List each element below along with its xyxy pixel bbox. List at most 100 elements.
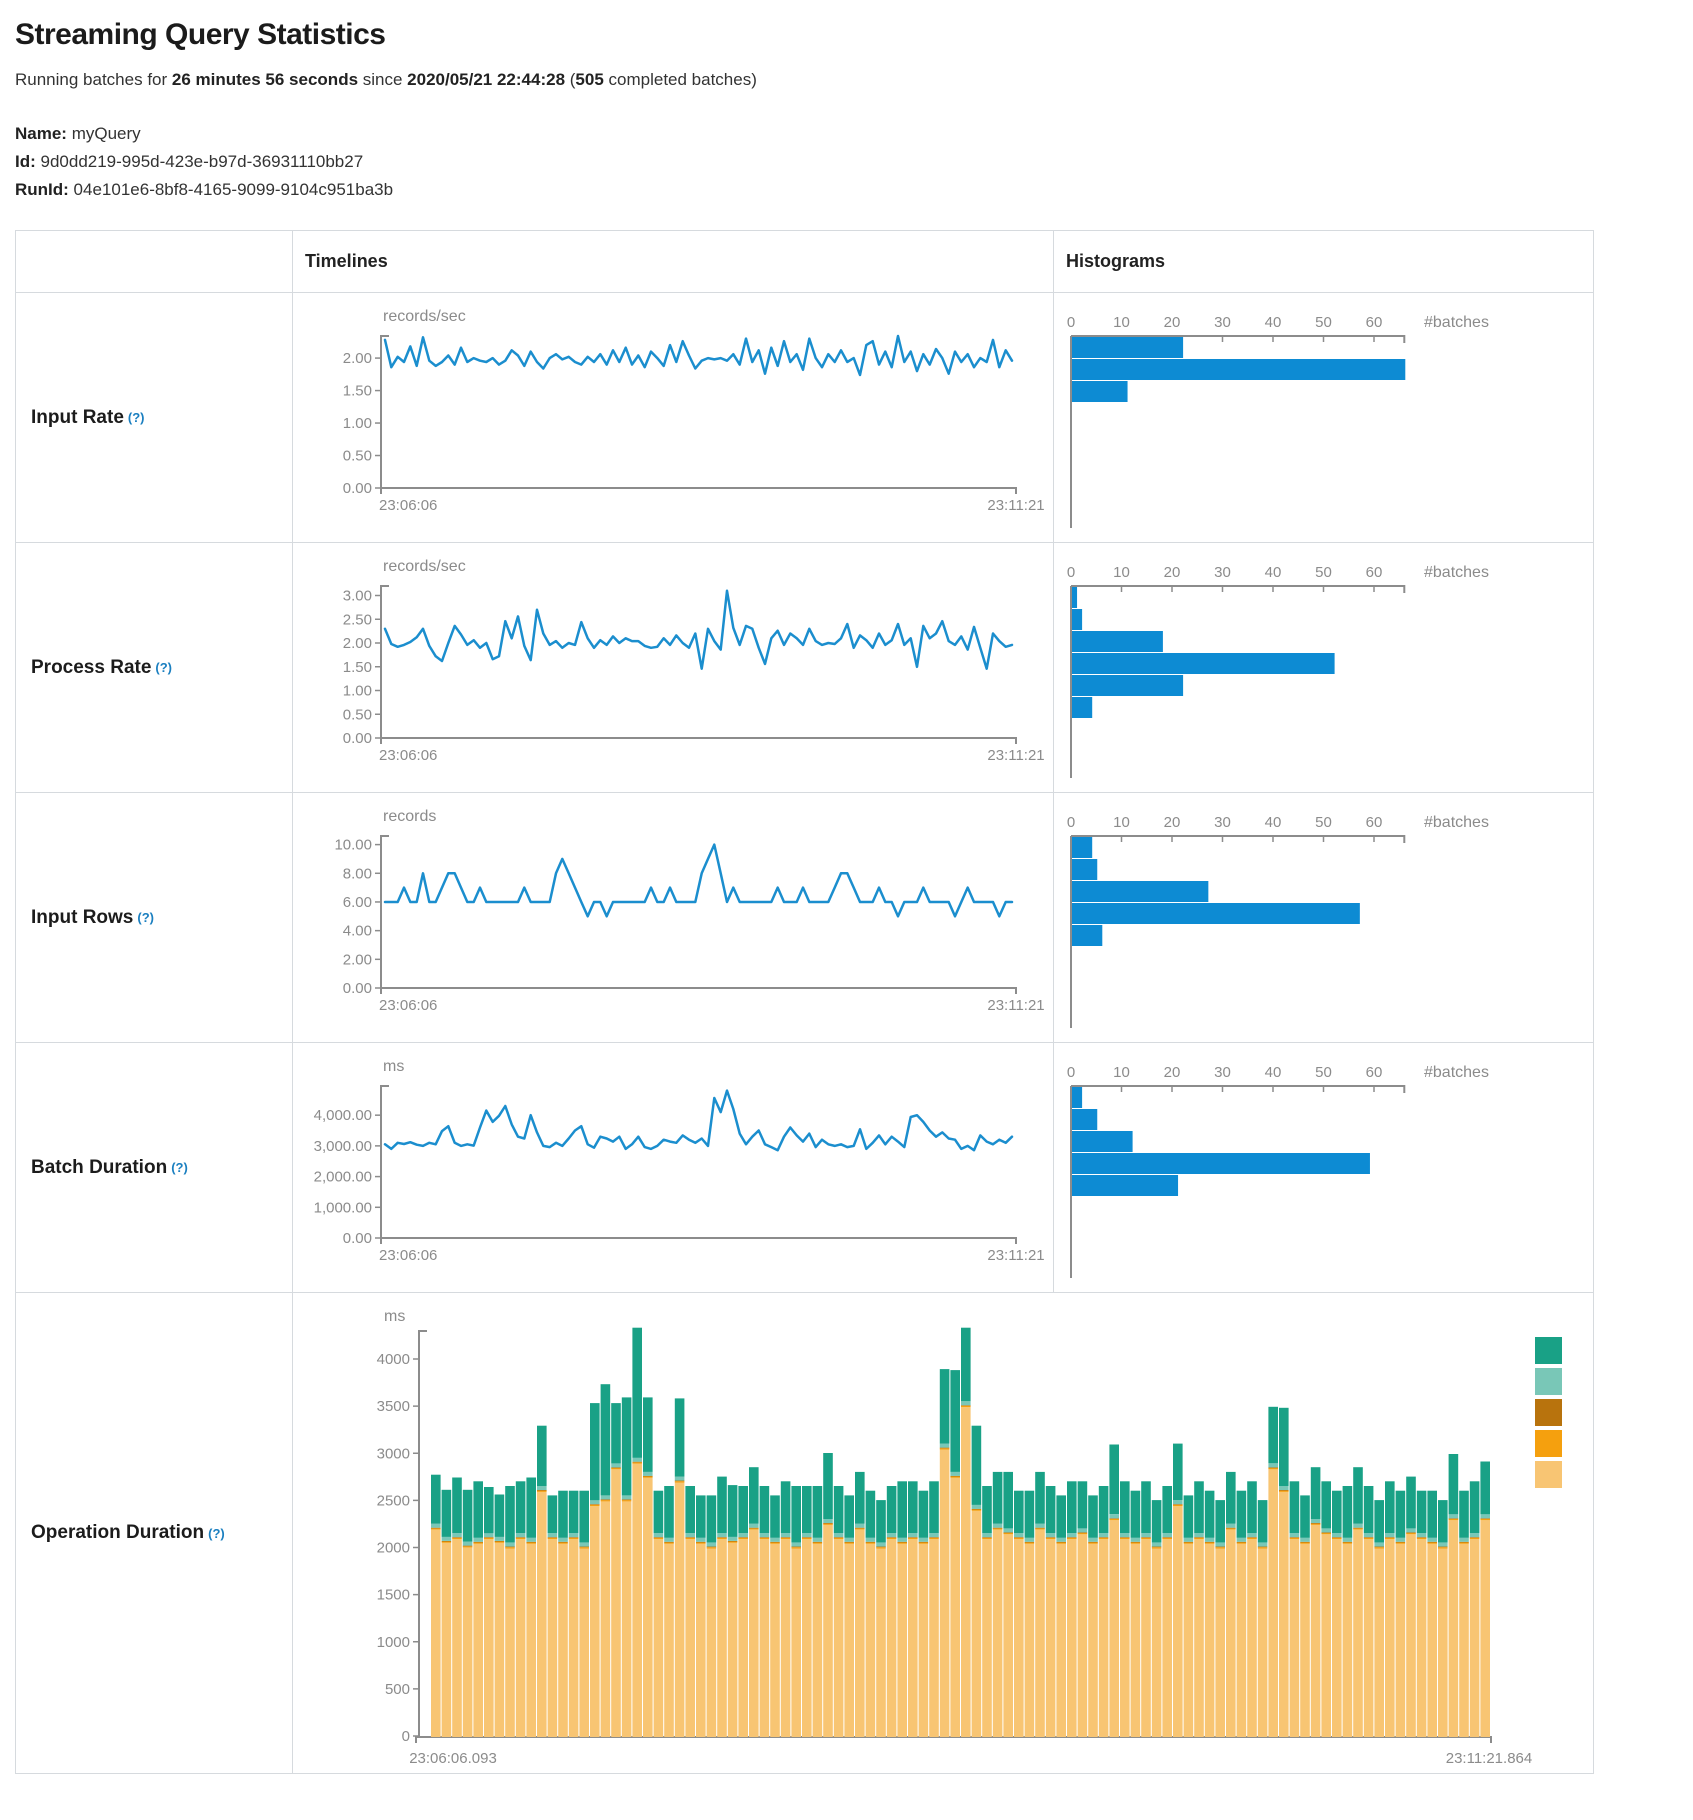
legend-swatch-4: [1535, 1461, 1562, 1488]
page-title: Streaming Query Statistics: [15, 18, 1678, 52]
svg-text:1.50: 1.50: [343, 383, 372, 400]
batch-duration-histogram-chart: 0102030405060#batches: [1054, 1043, 1593, 1293]
svg-text:8.00: 8.00: [343, 865, 372, 882]
svg-text:1500: 1500: [377, 1587, 410, 1604]
svg-text:records/sec: records/sec: [383, 308, 466, 325]
svg-text:2.00: 2.00: [343, 635, 372, 652]
svg-text:4.00: 4.00: [343, 923, 372, 940]
corner-header-cell: [16, 231, 293, 293]
process-rate-help-icon[interactable]: (?): [155, 660, 172, 675]
query-id-value: 9d0dd219-995d-423e-b97d-36931110bb27: [36, 152, 363, 171]
query-id-line: Id: 9d0dd219-995d-423e-b97d-36931110bb27: [15, 148, 1678, 176]
input-rows-help-icon[interactable]: (?): [137, 910, 154, 925]
svg-text:30: 30: [1214, 1064, 1231, 1081]
legend-swatch-2: [1535, 1399, 1562, 1426]
svg-text:23:06:06: 23:06:06: [379, 747, 437, 764]
summary-middle: since: [358, 70, 407, 89]
svg-text:3.00: 3.00: [343, 588, 372, 605]
operation-duration-chart-cell: ms4000350030002500200015001000500023:06:…: [293, 1293, 1593, 1773]
input-rows-histogram-chart: 0102030405060#batches: [1054, 793, 1593, 1043]
summary-open-paren: (: [565, 70, 575, 89]
svg-text:50: 50: [1315, 564, 1332, 581]
svg-text:40: 40: [1265, 564, 1282, 581]
svg-text:0: 0: [1067, 564, 1075, 581]
svg-text:23:11:21: 23:11:21: [987, 497, 1044, 514]
query-name-line: Name: myQuery: [15, 120, 1678, 148]
input-rate-label: Input Rate: [31, 407, 124, 429]
svg-text:2000: 2000: [377, 1540, 410, 1557]
svg-text:6.00: 6.00: [343, 894, 372, 911]
histograms-header: Histograms: [1054, 231, 1593, 293]
svg-text:60: 60: [1366, 1064, 1383, 1081]
svg-text:2,000.00: 2,000.00: [314, 1169, 372, 1186]
svg-text:50: 50: [1315, 814, 1332, 831]
query-runid-label: RunId:: [15, 180, 69, 199]
histograms-header-label: Histograms: [1066, 251, 1165, 272]
operation-duration-help-icon[interactable]: (?): [208, 1526, 225, 1541]
svg-text:40: 40: [1265, 814, 1282, 831]
svg-text:50: 50: [1315, 1064, 1332, 1081]
svg-text:30: 30: [1214, 564, 1231, 581]
query-runid-value: 04e101e6-8bf8-4165-9099-9104c951ba3b: [69, 180, 393, 199]
svg-text:records/sec: records/sec: [383, 558, 466, 575]
input-rate-histogram-chart: 0102030405060#batches: [1054, 293, 1593, 543]
input-rate-timeline-cell: records/sec2.001.501.000.500.0023:06:062…: [293, 293, 1054, 543]
query-id-label: Id:: [15, 152, 36, 171]
summary-start-time: 2020/05/21 22:44:28: [407, 70, 565, 89]
svg-text:500: 500: [385, 1681, 410, 1698]
svg-text:23:11:21: 23:11:21: [987, 1247, 1044, 1264]
timelines-header-label: Timelines: [305, 251, 388, 272]
summary-prefix: Running batches for: [15, 70, 172, 89]
svg-text:23:11:21: 23:11:21: [987, 747, 1044, 764]
svg-text:23:06:06.093: 23:06:06.093: [409, 1750, 497, 1767]
svg-text:0.00: 0.00: [343, 1230, 372, 1247]
row-label-process-rate: Process Rate (?): [16, 543, 293, 793]
svg-text:20: 20: [1164, 1064, 1181, 1081]
input-rate-help-icon[interactable]: (?): [128, 410, 145, 425]
summary-suffix: completed batches): [604, 70, 757, 89]
svg-text:3500: 3500: [377, 1398, 410, 1415]
svg-text:10: 10: [1113, 564, 1130, 581]
svg-text:1000: 1000: [377, 1634, 410, 1651]
legend-swatch-0: [1535, 1337, 1562, 1364]
svg-text:3000: 3000: [377, 1445, 410, 1462]
svg-text:1,000.00: 1,000.00: [314, 1199, 372, 1216]
process-rate-label: Process Rate: [31, 657, 151, 679]
process-rate-timeline-cell: records/sec3.002.502.001.501.000.500.002…: [293, 543, 1054, 793]
svg-text:#batches: #batches: [1424, 564, 1489, 581]
streaming-query-statistics-page: Streaming Query Statistics Running batch…: [0, 0, 1693, 1820]
svg-text:2.00: 2.00: [343, 951, 372, 968]
svg-text:23:06:06: 23:06:06: [379, 497, 437, 514]
svg-text:30: 30: [1214, 314, 1231, 331]
svg-text:0: 0: [1067, 1064, 1075, 1081]
legend-swatch-3: [1535, 1430, 1562, 1457]
svg-text:10: 10: [1113, 1064, 1130, 1081]
svg-text:ms: ms: [383, 1058, 404, 1075]
svg-text:40: 40: [1265, 1064, 1282, 1081]
svg-text:40: 40: [1265, 314, 1282, 331]
svg-text:3,000.00: 3,000.00: [314, 1138, 372, 1155]
svg-text:1.50: 1.50: [343, 659, 372, 676]
query-meta: Name: myQuery Id: 9d0dd219-995d-423e-b97…: [15, 120, 1678, 204]
svg-text:20: 20: [1164, 564, 1181, 581]
query-runid-line: RunId: 04e101e6-8bf8-4165-9099-9104c951b…: [15, 176, 1678, 204]
operation-duration-chart: ms4000350030002500200015001000500023:06:…: [293, 1293, 1593, 1773]
svg-text:2.00: 2.00: [343, 350, 372, 367]
svg-text:50: 50: [1315, 314, 1332, 331]
svg-text:30: 30: [1214, 814, 1231, 831]
input-rows-timeline-chart: records10.008.006.004.002.000.0023:06:06…: [293, 793, 1054, 1043]
batch-duration-help-icon[interactable]: (?): [171, 1160, 188, 1175]
row-label-batch-duration: Batch Duration (?): [16, 1043, 293, 1293]
svg-text:0.00: 0.00: [343, 730, 372, 747]
process-rate-histogram-chart: 0102030405060#batches: [1054, 543, 1593, 793]
batch-duration-timeline-chart: ms4,000.003,000.002,000.001,000.000.0023…: [293, 1043, 1054, 1293]
svg-text:0.00: 0.00: [343, 980, 372, 997]
query-name-value: myQuery: [67, 124, 141, 143]
input-rows-label: Input Rows: [31, 907, 133, 929]
process-rate-histogram-cell: 0102030405060#batches: [1054, 543, 1593, 793]
row-label-input-rate: Input Rate (?): [16, 293, 293, 543]
svg-text:1.00: 1.00: [343, 415, 372, 432]
svg-text:0: 0: [1067, 814, 1075, 831]
svg-text:ms: ms: [384, 1308, 405, 1325]
summary-batch-count: 505: [575, 70, 603, 89]
